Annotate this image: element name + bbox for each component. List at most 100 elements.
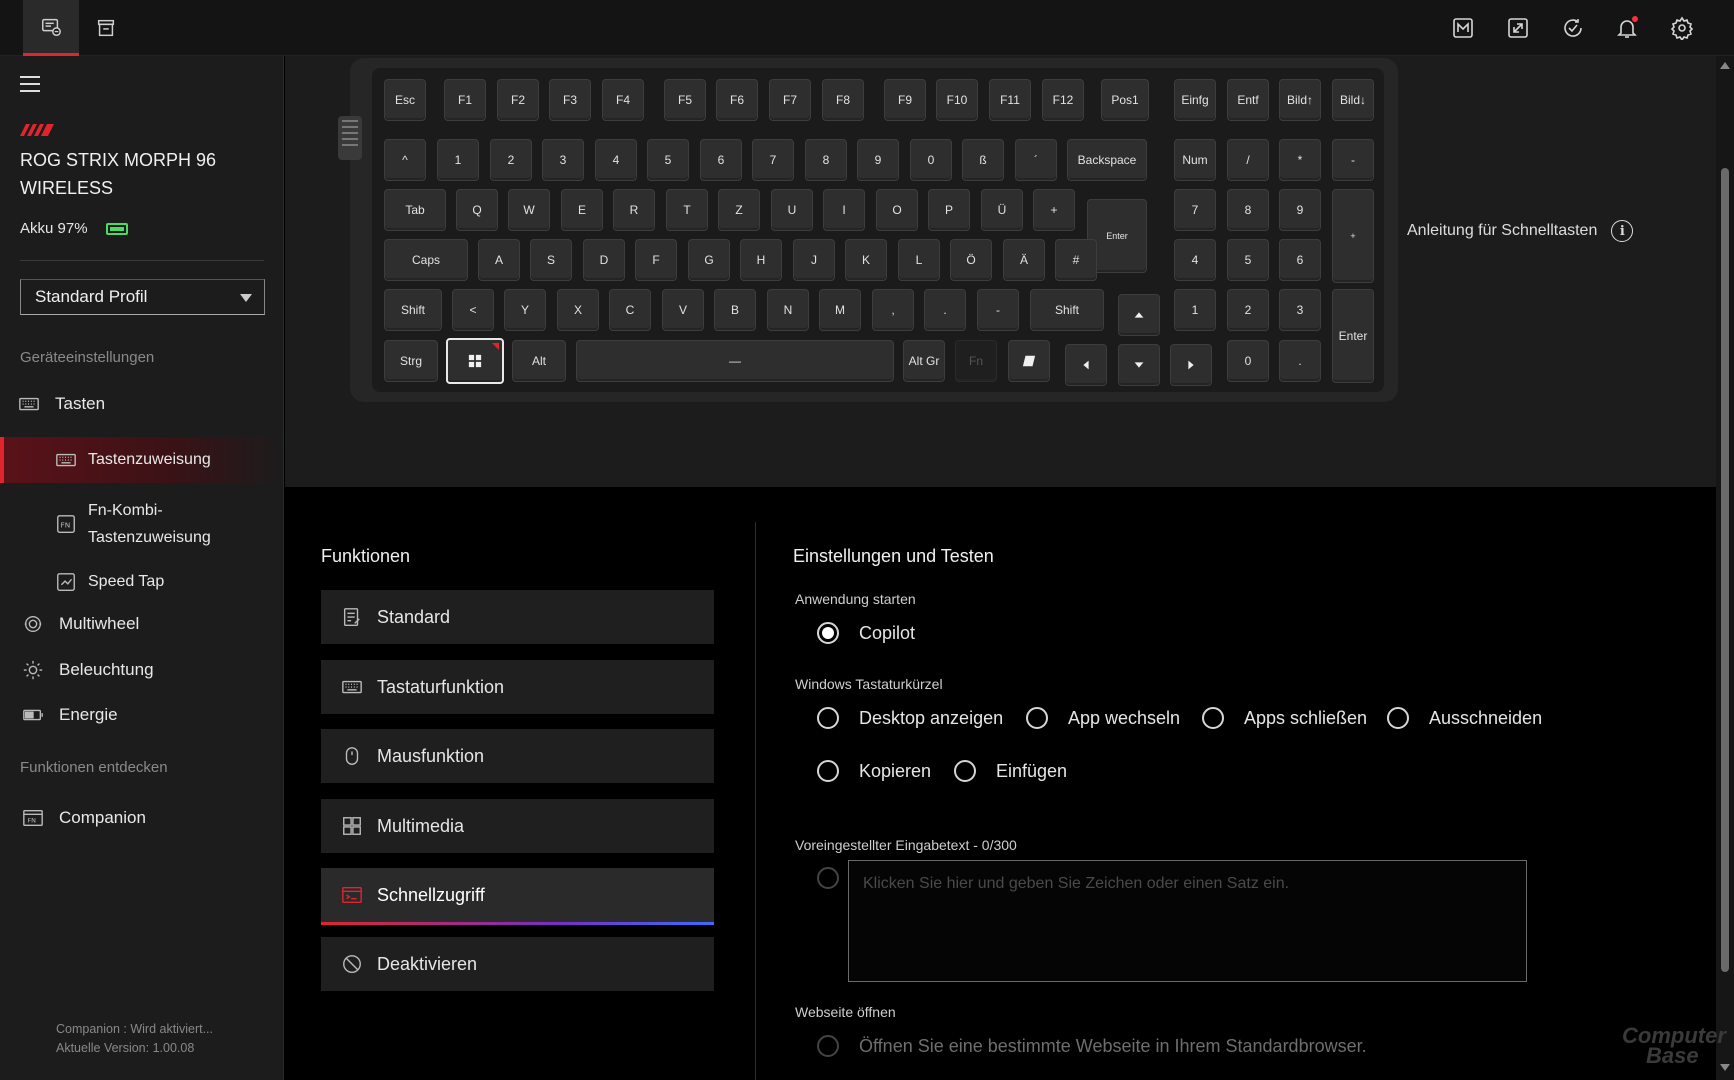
nav-energie[interactable]: Energie — [0, 697, 283, 733]
function-schnellzugriff-button[interactable]: Schnellzugriff — [321, 868, 714, 925]
key-y[interactable]: Y — [504, 289, 546, 331]
preset-text-input[interactable] — [848, 860, 1527, 982]
key-f11[interactable]: F11 — [989, 79, 1031, 121]
key-sz[interactable]: ß — [962, 139, 1004, 181]
key-esc[interactable]: Esc — [384, 79, 426, 121]
radio-cut[interactable]: Ausschneiden — [1387, 707, 1542, 729]
key-fn[interactable]: Fn — [955, 340, 997, 382]
key-f[interactable]: F — [635, 239, 677, 281]
key-dash[interactable]: - — [977, 289, 1019, 331]
key-rshift[interactable]: Shift — [1030, 289, 1104, 331]
key-k[interactable]: K — [845, 239, 887, 281]
key-einfg[interactable]: Einfg — [1174, 79, 1216, 121]
profile-select[interactable]: Standard Profil — [20, 279, 265, 315]
radio-circle[interactable] — [817, 622, 839, 644]
key-np-enter[interactable]: Enter — [1332, 289, 1374, 383]
key-copilot[interactable] — [1008, 340, 1050, 382]
shortcut-guide[interactable]: Anleitung für Schnelltasten i — [1407, 220, 1634, 242]
key-period[interactable]: . — [924, 289, 966, 331]
radio-circle[interactable] — [817, 760, 839, 782]
key-arrow-right[interactable] — [1170, 344, 1212, 386]
radio-paste[interactable]: Einfügen — [954, 760, 1067, 782]
key-np-minus[interactable]: - — [1332, 139, 1374, 181]
key-h[interactable]: H — [740, 239, 782, 281]
key-np0[interactable]: 0 — [1227, 340, 1269, 382]
key-a[interactable]: A — [478, 239, 520, 281]
key-e[interactable]: E — [561, 189, 603, 231]
nav-tastenzuweisung[interactable]: Tastenzuweisung — [0, 437, 283, 483]
key-acute[interactable]: ´ — [1015, 139, 1057, 181]
store-tab-button[interactable] — [78, 0, 134, 56]
key-l[interactable]: L — [898, 239, 940, 281]
key-r[interactable]: R — [613, 189, 655, 231]
function-tastatur-button[interactable]: Tastaturfunktion — [321, 660, 714, 714]
key-np4[interactable]: 4 — [1174, 239, 1216, 281]
update-check-button[interactable] — [1559, 14, 1587, 42]
multiwheel-knob[interactable] — [338, 116, 362, 160]
key-entf[interactable]: Entf — [1227, 79, 1269, 121]
key-b[interactable]: B — [714, 289, 756, 331]
menu-icon[interactable] — [20, 76, 40, 92]
key-np3[interactable]: 3 — [1279, 289, 1321, 331]
key-n4[interactable]: 4 — [595, 139, 637, 181]
key-f12[interactable]: F12 — [1042, 79, 1084, 121]
settings-button[interactable] — [1668, 14, 1696, 42]
vertical-scrollbar[interactable] — [1716, 56, 1734, 1080]
function-multimedia-button[interactable]: Multimedia — [321, 799, 714, 853]
key-s[interactable]: S — [530, 239, 572, 281]
radio-circle[interactable] — [1202, 707, 1224, 729]
radio-circle[interactable] — [954, 760, 976, 782]
key-windows[interactable] — [446, 338, 504, 384]
key-f6[interactable]: F6 — [716, 79, 758, 121]
key-comma[interactable]: , — [872, 289, 914, 331]
key-lshift[interactable]: Shift — [384, 289, 442, 331]
key-np9[interactable]: 9 — [1279, 189, 1321, 231]
key-ae[interactable]: Ä — [1003, 239, 1045, 281]
key-v[interactable]: V — [662, 289, 704, 331]
key-p[interactable]: P — [928, 189, 970, 231]
key-z[interactable]: Z — [718, 189, 760, 231]
key-alt[interactable]: Alt — [512, 340, 566, 382]
scrollbar-thumb[interactable] — [1721, 168, 1729, 972]
key-np-plus[interactable]: + — [1332, 189, 1374, 283]
radio-circle[interactable] — [817, 707, 839, 729]
key-bild-up[interactable]: Bild↑ — [1279, 79, 1321, 121]
radio-copilot[interactable]: Copilot — [817, 622, 915, 644]
notifications-button[interactable] — [1613, 14, 1641, 42]
key-n1[interactable]: 1 — [437, 139, 479, 181]
key-n7[interactable]: 7 — [752, 139, 794, 181]
key-np-div[interactable]: / — [1227, 139, 1269, 181]
key-f7[interactable]: F7 — [769, 79, 811, 121]
key-altgr[interactable]: Alt Gr — [903, 340, 945, 382]
key-t[interactable]: T — [666, 189, 708, 231]
key-n[interactable]: N — [767, 289, 809, 331]
key-w[interactable]: W — [508, 189, 550, 231]
scroll-up-icon[interactable] — [1720, 62, 1730, 69]
function-maus-button[interactable]: Mausfunktion — [321, 729, 714, 783]
radio-desktop[interactable]: Desktop anzeigen — [817, 707, 1003, 729]
function-standard-button[interactable]: Standard — [321, 590, 714, 644]
key-caret[interactable]: ^ — [384, 139, 426, 181]
key-tab[interactable]: Tab — [384, 189, 446, 231]
key-f8[interactable]: F8 — [822, 79, 864, 121]
nav-fn-kombi[interactable]: FN Fn-Kombi- Tastenzuweisung — [0, 492, 283, 556]
key-arrow-up[interactable] — [1118, 294, 1160, 336]
key-m[interactable]: M — [819, 289, 861, 331]
key-n2[interactable]: 2 — [490, 139, 532, 181]
key-num[interactable]: Num — [1174, 139, 1216, 181]
key-lt[interactable]: < — [452, 289, 494, 331]
key-backspace[interactable]: Backspace — [1067, 139, 1147, 181]
key-np1[interactable]: 1 — [1174, 289, 1216, 331]
nav-tasten[interactable]: Tasten — [0, 386, 283, 422]
key-np8[interactable]: 8 — [1227, 189, 1269, 231]
key-arrow-down[interactable] — [1118, 344, 1160, 386]
key-q[interactable]: Q — [456, 189, 498, 231]
key-n6[interactable]: 6 — [700, 139, 742, 181]
radio-open-website[interactable]: Öffnen Sie eine bestimmte Webseite in Ih… — [817, 1035, 1367, 1057]
key-u[interactable]: U — [771, 189, 813, 231]
key-ue[interactable]: Ü — [981, 189, 1023, 231]
key-np2[interactable]: 2 — [1227, 289, 1269, 331]
nav-beleuchtung[interactable]: Beleuchtung — [0, 652, 283, 688]
key-n8[interactable]: 8 — [805, 139, 847, 181]
key-strg[interactable]: Strg — [384, 340, 438, 382]
